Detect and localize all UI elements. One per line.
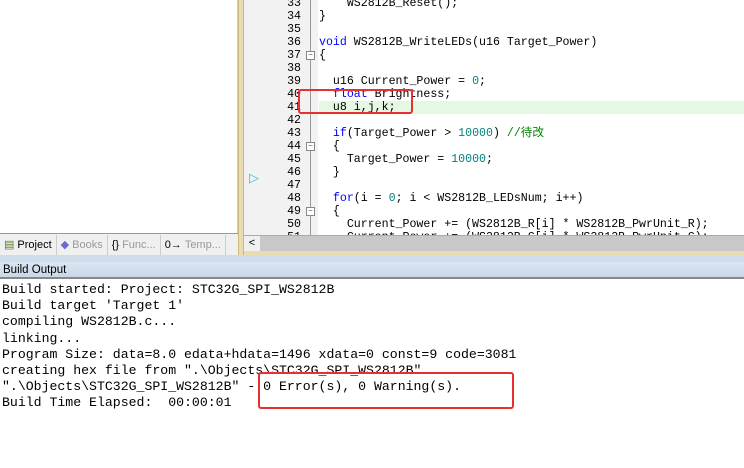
line-number: 44	[287, 140, 301, 153]
code-token: {	[319, 49, 326, 62]
line-number: 34	[287, 10, 301, 23]
line-number: 41	[287, 101, 301, 114]
code-token: )	[492, 127, 507, 140]
code-token: (Target_Power >	[346, 127, 459, 140]
code-token: Current_Power += (WS2812B_R[i] * WS2812B…	[319, 218, 709, 231]
code-token: for	[332, 192, 354, 205]
code-line[interactable]: 47	[244, 179, 744, 192]
output-line: compiling WS2812B.c...	[2, 314, 177, 330]
line-number: 43	[287, 127, 301, 140]
code-text: u16 Current_Power = 0;	[319, 75, 486, 88]
line-number: 36	[287, 36, 301, 49]
code-token: Target_Power =	[319, 153, 452, 166]
code-line[interactable]: 46 }	[244, 166, 744, 179]
code-line[interactable]: 39 u16 Current_Power = 0;	[244, 75, 744, 88]
code-token: void	[319, 36, 347, 49]
output-line: Build started: Project: STC32G_SPI_WS281…	[2, 282, 335, 297]
code-token: 10000	[458, 127, 493, 140]
fold-collapse-icon[interactable]: −	[306, 51, 315, 60]
line-number: 35	[287, 23, 301, 36]
line-number: 50	[287, 218, 301, 231]
fold-collapse-icon[interactable]: −	[306, 207, 315, 216]
code-token: 10000	[451, 153, 486, 166]
code-text: {	[319, 140, 340, 153]
tab-books[interactable]: ◆ Books	[57, 234, 108, 255]
tab-templates[interactable]: 0→ Temp...	[161, 234, 226, 255]
line-number: 49	[287, 205, 301, 218]
code-line[interactable]: 36 void WS2812B_WriteLEDs(u16 Target_Powe…	[244, 36, 744, 49]
code-token: {	[319, 140, 340, 153]
code-line[interactable]: 48 for(i = 0; i < WS2812B_LEDsNum; i++)	[244, 192, 744, 205]
project-panel[interactable]	[0, 0, 238, 233]
code-line[interactable]: 45 Target_Power = 10000;	[244, 153, 744, 166]
line-number: 33	[287, 0, 301, 10]
code-text: WS2812B_Reset();	[319, 0, 458, 10]
line-number: 39	[287, 75, 301, 88]
code-line[interactable]: 37−{	[244, 49, 744, 62]
code-line[interactable]: 38	[244, 62, 744, 75]
code-token: {	[319, 205, 340, 218]
books-icon: ◆	[60, 239, 70, 251]
code-token: ;	[479, 75, 486, 88]
code-token: ;	[486, 153, 493, 166]
functions-icon: {}	[111, 238, 120, 251]
code-line[interactable]: 35	[244, 23, 744, 36]
code-token: ; i < WS2812B_LEDsNum; i++)	[395, 192, 584, 205]
line-number: 38	[287, 62, 301, 75]
code-line[interactable]: 43 if(Target_Power > 10000) //待改	[244, 127, 744, 140]
output-line: Program Size: data=8.0 edata+hdata=1496 …	[2, 346, 517, 362]
code-text: Target_Power = 10000;	[319, 153, 493, 166]
code-line[interactable]: 49− {	[244, 205, 744, 218]
code-token: (i =	[353, 192, 389, 205]
code-text: }	[319, 10, 326, 23]
code-token: //待改	[506, 127, 544, 140]
code-token: u16 Current_Power =	[319, 75, 473, 88]
code-text: for(i = 0; i < WS2812B_LEDsNum; i++)	[319, 192, 584, 205]
code-editor[interactable]: 33 WS2812B_Reset(); 34} 35 36 void WS2812B_W…	[244, 0, 744, 235]
panel-divider	[0, 255, 744, 262]
project-tabs: ▤ Project ◆ Books {} Func... 0→ Temp...	[0, 233, 238, 255]
annotation-box-declaration	[298, 89, 413, 114]
code-text: }	[319, 166, 340, 179]
build-output-title: Build Output	[0, 262, 744, 279]
code-token: 0	[472, 75, 480, 88]
tab-project[interactable]: ▤ Project	[0, 234, 57, 255]
current-line-arrow-icon: ▷	[249, 170, 259, 185]
line-number: 37	[287, 49, 301, 62]
code-token: WS2812B_Reset();	[319, 0, 459, 10]
fold-collapse-icon[interactable]: −	[306, 142, 315, 151]
code-text: {	[319, 205, 340, 218]
code-line[interactable]: 34}	[244, 10, 744, 23]
code-token: if	[332, 127, 347, 140]
code-line[interactable]: 44− {	[244, 140, 744, 153]
code-text: void WS2812B_WriteLEDs(u16 Target_Power)	[319, 36, 597, 49]
code-line[interactable]: 33 WS2812B_Reset();	[244, 0, 744, 10]
tab-functions[interactable]: {} Func...	[108, 234, 161, 255]
scroll-left-icon[interactable]: <	[244, 236, 260, 251]
code-token: }	[319, 10, 326, 23]
output-line: Build target 'Target 1'	[2, 298, 185, 314]
code-text: Current_Power += (WS2812B_R[i] * WS2812B…	[319, 218, 709, 231]
line-number: 40	[287, 88, 301, 101]
annotation-box-result	[258, 372, 514, 409]
line-number: 48	[287, 192, 301, 205]
code-line[interactable]: 50 Current_Power += (WS2812B_R[i] * WS28…	[244, 218, 744, 231]
templates-icon: 0→	[164, 238, 182, 251]
code-text: if(Target_Power > 10000) //待改	[319, 127, 544, 140]
code-token: 0	[388, 192, 396, 205]
horizontal-scrollbar[interactable]: <	[244, 235, 744, 251]
code-token: }	[319, 166, 340, 179]
code-line[interactable]: 42	[244, 114, 744, 127]
output-line: linking...	[2, 330, 82, 346]
line-number: 45	[287, 153, 301, 166]
project-icon: ▤	[4, 239, 15, 251]
line-number: 42	[287, 114, 301, 127]
code-text: {	[319, 49, 326, 62]
code-token: WS2812B_WriteLEDs(u16 Target_Power)	[346, 36, 598, 49]
